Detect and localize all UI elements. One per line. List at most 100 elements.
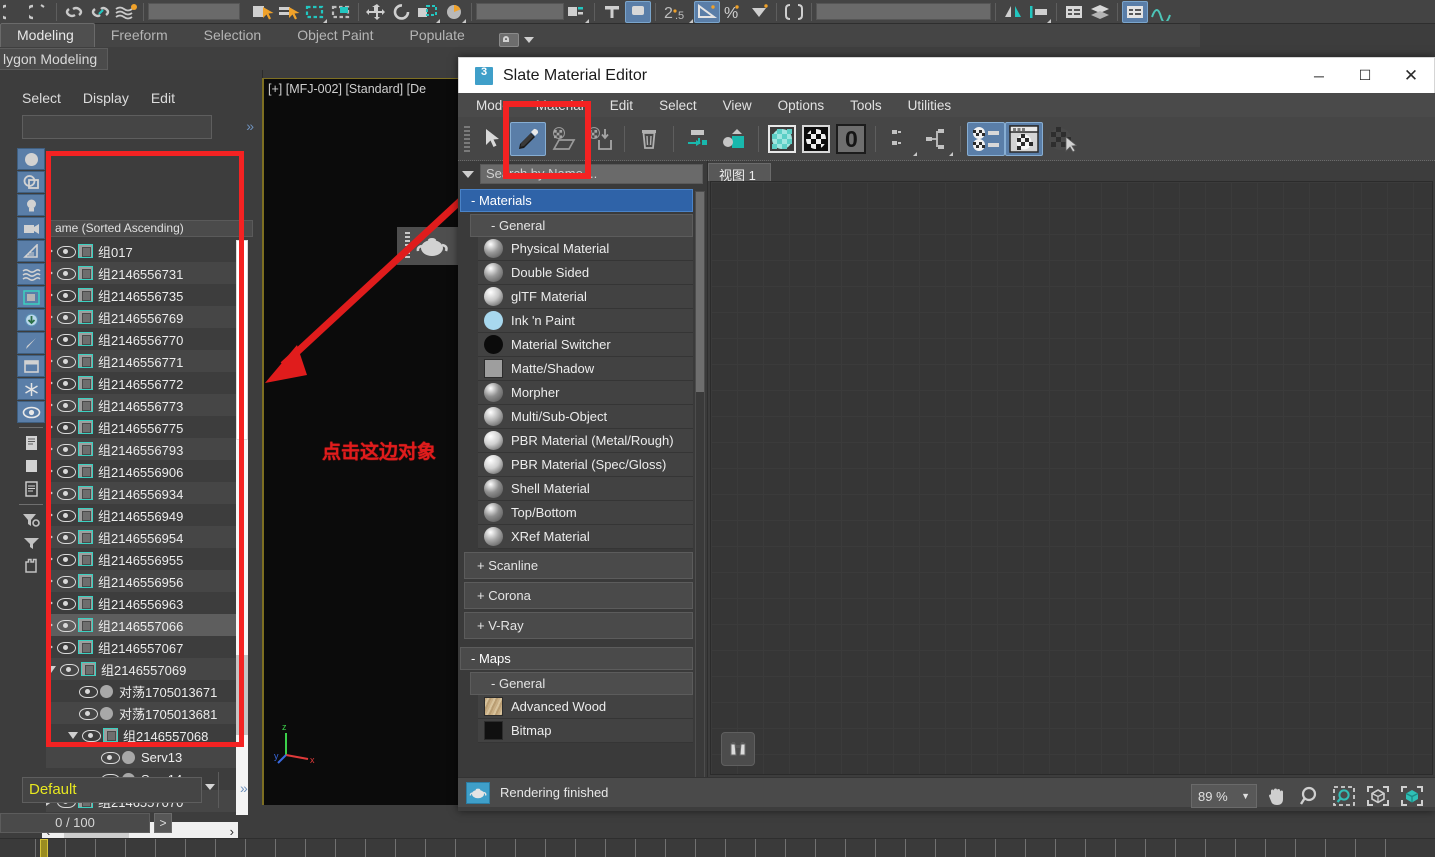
scene-explorer-row[interactable]: 组2146556793 <box>46 438 241 460</box>
material-list-item[interactable]: PBR Material (Spec/Gloss) <box>478 453 693 477</box>
expand-arrow-closed-icon[interactable] <box>46 620 53 630</box>
material-list-item[interactable]: Physical Material <box>478 237 693 261</box>
curve-editor-icon[interactable] <box>781 1 807 23</box>
ribbon-tab-populate[interactable]: Populate <box>393 24 484 47</box>
toolbar-grip[interactable] <box>464 125 470 152</box>
visibility-eye-icon[interactable] <box>57 377 76 390</box>
scene-explorer-row[interactable]: 组2146556769 <box>46 306 241 328</box>
align-icon[interactable] <box>1026 1 1052 23</box>
material-list-item[interactable]: Morpher <box>478 381 693 405</box>
map-list-item[interactable]: Advanced Wood <box>478 695 693 719</box>
visibility-eye-icon[interactable] <box>82 729 101 742</box>
visibility-eye-icon[interactable] <box>57 443 76 456</box>
visibility-eye-icon[interactable] <box>57 597 76 610</box>
scene-explorer-row[interactable]: 对荡1705013671 <box>46 680 241 702</box>
layer-expand-chevron[interactable]: » <box>240 780 248 796</box>
filter-frozen-icon[interactable] <box>17 378 45 400</box>
filter-cameras-icon[interactable] <box>17 217 45 239</box>
filter-shapes-icon[interactable] <box>17 171 45 193</box>
expand-arrow-closed-icon[interactable] <box>46 444 53 454</box>
visibility-eye-icon[interactable] <box>57 465 76 478</box>
material-parameter-editor-icon[interactable] <box>967 121 1005 156</box>
rectangular-selection-region-icon[interactable] <box>302 1 328 23</box>
unlink-icon[interactable] <box>87 1 113 23</box>
menu-options[interactable]: Options <box>778 98 825 113</box>
group-header-maps[interactable]: - Maps <box>460 647 693 670</box>
assign-material-to-selection-icon[interactable] <box>546 122 582 156</box>
filter-containers-icon[interactable] <box>17 355 45 377</box>
filter-groups-icon[interactable] <box>17 286 45 308</box>
scene-explorer-column-header[interactable]: ame (Sorted Ascending) <box>46 220 253 237</box>
snaps-toggle-icon[interactable] <box>599 1 625 23</box>
visibility-eye-icon[interactable] <box>57 399 76 412</box>
node-graph-canvas[interactable] <box>710 181 1433 775</box>
expand-arrow-closed-icon[interactable] <box>46 488 53 498</box>
scene-explorer-row[interactable]: Serv13 <box>46 746 241 768</box>
container-bracket-icon[interactable] <box>17 555 45 577</box>
expand-arrow-closed-icon[interactable] <box>46 356 53 366</box>
filter-settings-icon[interactable] <box>17 509 45 531</box>
visibility-eye-icon[interactable] <box>57 575 76 588</box>
filter-hidden-icon[interactable] <box>17 401 45 423</box>
scrollbar-thumb[interactable] <box>236 240 248 440</box>
material-list-item[interactable]: Top/Bottom <box>478 501 693 525</box>
layer-explorer-icon[interactable] <box>1061 1 1087 23</box>
scene-explorer-row[interactable]: 组2146556963 <box>46 592 241 614</box>
browser-scroll-area[interactable]: - Materials - General Physical Material D… <box>458 187 707 777</box>
spinner-snap-toggle-icon[interactable]: 2.5 <box>660 1 694 23</box>
visibility-eye-icon[interactable] <box>57 509 76 522</box>
expand-arrow-closed-icon[interactable] <box>46 510 53 520</box>
filter-space-warps-icon[interactable] <box>17 263 45 285</box>
browser-vertical-scrollbar[interactable] <box>695 191 705 777</box>
frame-next-button[interactable]: > <box>154 813 172 833</box>
angle-snap-toggle-icon[interactable] <box>625 0 651 23</box>
scene-explorer-icon[interactable] <box>1122 0 1148 23</box>
show-shaded-material-in-viewport-icon[interactable] <box>716 122 752 156</box>
frame-counter-field[interactable]: 0 / 100 <box>0 813 150 833</box>
menu-display[interactable]: Display <box>83 90 129 106</box>
scene-explorer-row[interactable]: 组2146557068 <box>46 724 241 746</box>
pan-hand-icon[interactable] <box>1261 782 1291 810</box>
use-pivot-point-center-icon[interactable] <box>564 1 590 23</box>
scroll-right-arrow[interactable]: › <box>226 824 238 839</box>
eyedropper-icon[interactable] <box>510 121 546 156</box>
visibility-eye-icon[interactable] <box>57 553 76 566</box>
menu-tools[interactable]: Tools <box>850 98 882 113</box>
bind-to-space-warp-icon[interactable] <box>113 1 139 23</box>
select-and-place-icon[interactable] <box>441 1 467 23</box>
material-list-item[interactable]: Matte/Shadow <box>478 357 693 381</box>
scene-layers-icon[interactable] <box>1087 1 1113 23</box>
selection-filter-field[interactable] <box>148 3 240 20</box>
material-map-browser-icon[interactable] <box>1005 121 1043 156</box>
expand-arrow-closed-icon[interactable] <box>46 290 53 300</box>
timeline-track[interactable] <box>0 838 1435 857</box>
window-titlebar[interactable]: 3 Slate Material Editor ─ ☐ ✕ <box>458 57 1435 93</box>
expand-arrow-closed-icon[interactable] <box>46 246 53 256</box>
mirror-icon[interactable] <box>1000 1 1026 23</box>
expand-arrow-closed-icon[interactable] <box>46 466 53 476</box>
select-by-name-icon[interactable] <box>276 1 302 23</box>
maximize-button[interactable]: ☐ <box>1342 58 1388 94</box>
put-material-to-library-icon[interactable] <box>582 122 618 156</box>
group-header-scanline[interactable]: + Scanline <box>464 552 693 579</box>
lay-out-children-icon[interactable] <box>882 122 918 156</box>
scene-explorer-row[interactable]: 组2146556934 <box>46 482 241 504</box>
visibility-eye-icon[interactable] <box>57 333 76 346</box>
menu-material[interactable]: Material <box>536 98 584 113</box>
expand-arrow-closed-icon[interactable] <box>46 554 53 564</box>
scene-explorer-row[interactable]: 组2146556771 <box>46 350 241 372</box>
scene-explorer-row[interactable]: 组017 <box>46 240 241 262</box>
scene-explorer-row[interactable]: 组2146556949 <box>46 504 241 526</box>
group-header-materials[interactable]: - Materials <box>460 189 693 212</box>
ribbon-tab-object-paint[interactable]: Object Paint <box>281 24 393 47</box>
visibility-eye-icon[interactable] <box>57 641 76 654</box>
expand-arrow-closed-icon[interactable] <box>46 422 53 432</box>
subgroup-header-general[interactable]: - General <box>470 214 693 237</box>
scene-explorer-row[interactable]: 组2146556775 <box>46 416 241 438</box>
visibility-eye-icon[interactable] <box>57 289 76 302</box>
scene-explorer-row[interactable]: 组2146556772 <box>46 372 241 394</box>
material-list-item[interactable]: Material Switcher <box>478 333 693 357</box>
delete-icon[interactable] <box>631 122 667 156</box>
edit-named-selection-sets-icon[interactable] <box>694 0 720 23</box>
ribbon-tab-selection[interactable]: Selection <box>188 24 282 47</box>
